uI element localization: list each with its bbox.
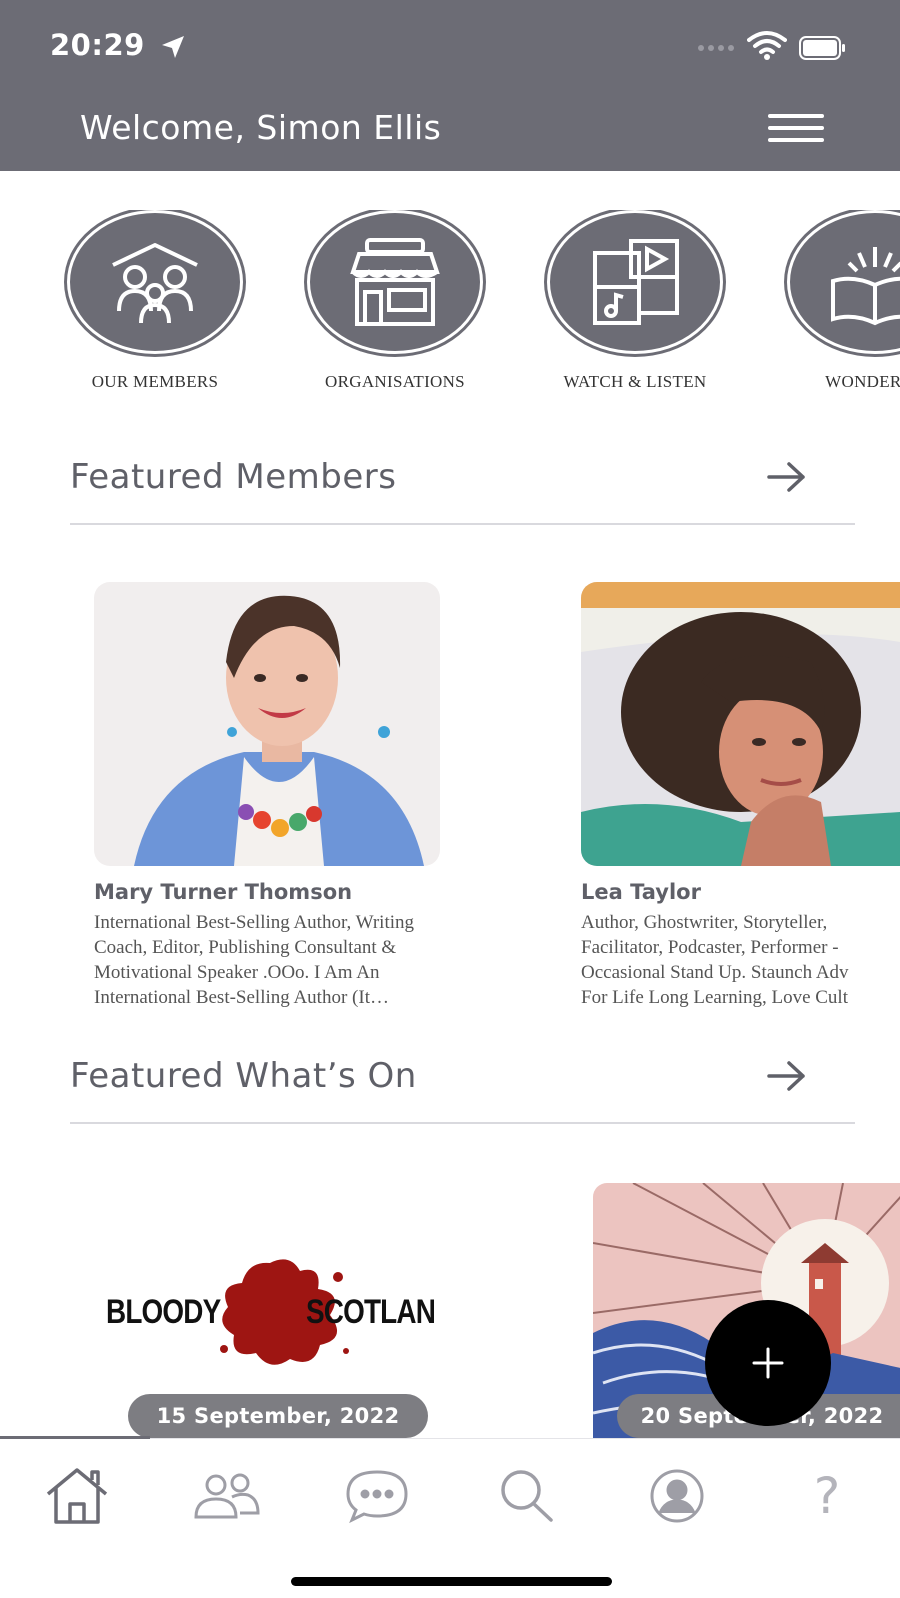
welcome-title: Welcome, Simon Ellis [80,108,442,147]
event-logo: BLOODY SCOTLAN [100,1253,460,1373]
category-our-members[interactable]: OUR MEMBERS [35,210,275,392]
media-icon [547,210,723,354]
active-tab-indicator [0,1436,150,1439]
featured-members-header: Featured Members [70,445,855,525]
home-indicator [291,1577,612,1586]
members-icon [67,210,243,354]
status-time: 20:29 [50,28,145,62]
arrow-right-icon[interactable] [765,459,809,495]
tab-home[interactable] [32,1463,122,1529]
signal-dots-icon [698,45,734,51]
chat-icon [346,1470,408,1524]
event-logo-text-left: BLOODY [106,1293,221,1331]
hamburger-menu-icon[interactable] [768,114,824,148]
event-logo-text-right: SCOTLAN [306,1293,436,1331]
category-label: WONDERLA [825,372,900,391]
open-book-icon [787,210,900,354]
member-bio: International Best-Selling Author, Writi… [94,912,415,1008]
event-date-badge: 15 September, 2022 [128,1394,428,1438]
member-photo [94,582,440,866]
section-title: Featured Members [70,457,397,497]
member-photo [581,582,900,866]
profile-icon [650,1469,704,1523]
category-wonderla[interactable]: WONDERLA [755,210,900,392]
battery-icon [799,36,845,60]
people-icon [194,1473,260,1519]
member-card[interactable]: Lea Taylor Author, Ghostwriter, Storytel… [581,582,900,1010]
member-name: Lea Taylor [581,880,701,904]
bottom-tab-bar: ? [0,1436,900,1598]
featured-whats-on-header: Featured What’s On [70,1044,855,1124]
add-fab-button[interactable] [705,1300,831,1426]
help-icon: ? [813,1467,841,1525]
member-card[interactable]: Mary Turner Thomson International Best-S… [94,582,454,1010]
event-card[interactable]: BLOODY SCOTLAN 15 September, 2022 [100,1183,460,1438]
section-title: Featured What’s On [70,1056,417,1096]
member-bio: Author, Ghostwriter, Storyteller, Facili… [581,912,849,1008]
category-carousel[interactable]: OUR MEMBERS ORGANISATIONS WATCH & LISTEN… [0,210,900,400]
category-organisations[interactable]: ORGANISATIONS [275,210,515,392]
home-icon [46,1468,108,1524]
category-label: WATCH & LISTEN [563,372,707,391]
category-label: ORGANISATIONS [325,372,465,391]
tab-search[interactable] [482,1463,572,1529]
tab-members[interactable] [182,1463,272,1529]
plus-icon [752,1347,784,1379]
search-icon [501,1470,553,1522]
tab-messages[interactable] [332,1463,422,1529]
location-arrow-icon [162,36,184,58]
category-label: OUR MEMBERS [91,372,219,391]
wifi-icon [747,31,787,60]
category-watch-listen[interactable]: WATCH & LISTEN [515,210,755,392]
tab-profile[interactable] [632,1463,722,1529]
app-header: 20:29 Welcome, Simon Ellis [0,0,900,171]
arrow-right-icon[interactable] [765,1058,809,1094]
tab-help[interactable]: ? [782,1463,872,1529]
member-name: Mary Turner Thomson [94,880,353,904]
storefront-icon [307,210,483,354]
